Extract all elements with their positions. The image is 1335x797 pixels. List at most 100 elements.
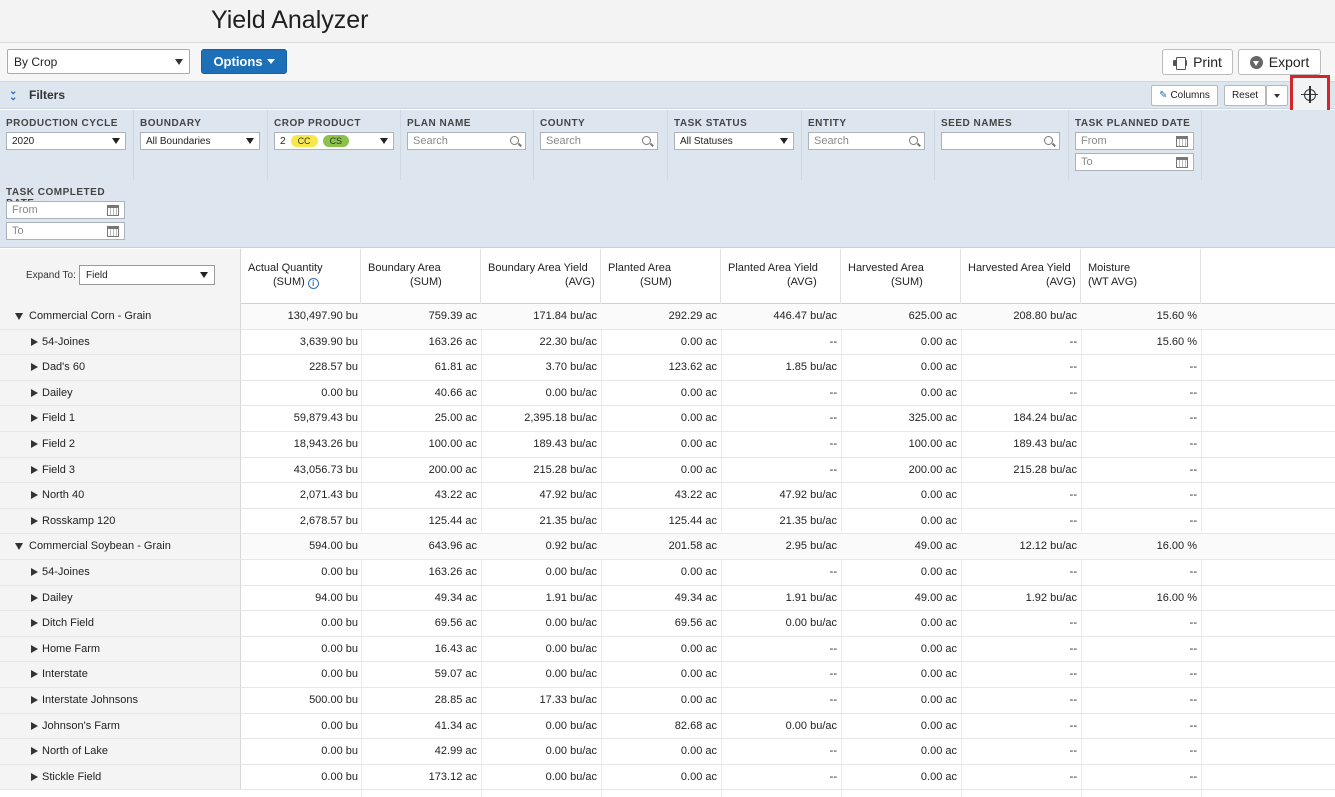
county-filter: COUNTY Search [534, 110, 668, 180]
collapsed-triangle-icon[interactable] [31, 414, 38, 423]
table-row[interactable]: Field 1 59,879.43 bu 25.00 ac 2,395.18 bu/a… [0, 406, 1335, 432]
collapsed-triangle-icon[interactable] [31, 619, 38, 628]
table-cell: 0.00 bu/ac [545, 668, 597, 681]
collapsed-triangle-icon[interactable] [31, 772, 38, 781]
crop-product-select[interactable]: 2 CC CS [274, 132, 394, 150]
task-status-value: All Statuses [680, 135, 733, 147]
table-cell: 2,395.18 bu/ac [524, 412, 597, 425]
task-planned-to-input[interactable]: To [1075, 153, 1194, 171]
calendar-icon[interactable] [107, 226, 119, 237]
calendar-icon[interactable] [107, 205, 119, 216]
collapsed-triangle-icon[interactable] [31, 516, 38, 525]
collapsed-triangle-icon[interactable] [31, 670, 38, 679]
table-row[interactable]: Johnson's Farm 0.00 bu 41.34 ac 0.00 bu/ac 8… [0, 713, 1335, 740]
collapsed-triangle-icon[interactable] [31, 696, 38, 704]
boundary-select[interactable]: All Boundaries [140, 132, 260, 150]
table-cell: -- [829, 438, 837, 450]
table-cell: 47.92 bu/ac [779, 489, 838, 502]
table-cell: 0.00 bu [321, 745, 358, 758]
column-header[interactable]: Planted Area Yield (AVG) [721, 249, 841, 304]
reset-button[interactable]: Reset [1224, 85, 1266, 106]
table-group-row[interactable]: Commercial Corn - Grain 130,497.90 bu 759.… [0, 304, 1335, 330]
collapsed-triangle-icon[interactable] [31, 388, 38, 397]
column-header[interactable]: Actual Quantity (SUM) i [241, 249, 361, 304]
county-search-input[interactable]: Search [540, 132, 658, 150]
table-cell: 0.00 ac [920, 694, 957, 706]
table-cell: 43.22 ac [674, 489, 717, 502]
task-planned-from-placeholder: From [1081, 135, 1107, 147]
column-header[interactable]: Boundary Area Yield (AVG) [481, 249, 601, 304]
double-chevron-down-icon[interactable]: ⌄ ⌄ [9, 87, 17, 103]
column-header[interactable]: Planted Area (SUM) [601, 249, 721, 304]
locate-button[interactable] [1290, 75, 1330, 114]
column-header-aggregate: (SUM) i [273, 276, 319, 289]
print-button[interactable]: Print [1162, 49, 1233, 75]
search-icon [510, 136, 519, 145]
table-cell: 0.00 ac [920, 386, 957, 399]
table-cell: 0.00 bu [321, 566, 358, 578]
column-header[interactable]: Harvested Area (SUM) [841, 249, 961, 304]
collapsed-triangle-icon[interactable] [31, 568, 38, 576]
table-row[interactable]: Field 3 43,056.73 bu 200.00 ac 215.28 bu/ac… [0, 457, 1335, 484]
collapsed-triangle-icon[interactable] [31, 363, 38, 372]
task-completed-to-input[interactable]: To [6, 222, 125, 240]
filters-toggle[interactable]: Filters [29, 88, 65, 102]
table-row[interactable]: Ditch Field 0.00 bu 69.56 ac 0.00 bu/ac 69.5… [0, 611, 1335, 637]
info-icon[interactable]: i [307, 278, 319, 289]
table-row[interactable]: Interstate 0.00 bu 59.07 ac 0.00 bu/ac 0.00 … [0, 662, 1335, 688]
table-group-row[interactable]: Commercial Soybean - Grain 594.00 bu 643.9… [0, 534, 1335, 560]
column-header[interactable]: Moisture (WT AVG) [1081, 249, 1201, 304]
production-cycle-select[interactable]: 2020 [6, 132, 126, 150]
options-button[interactable]: Options [201, 49, 287, 74]
collapsed-triangle-icon[interactable] [31, 491, 38, 500]
table-cell: 0.00 ac [680, 566, 717, 578]
table-row[interactable]: Dailey 0.00 bu 40.66 ac 0.00 bu/ac 0.00 ac --… [0, 380, 1335, 407]
calendar-icon[interactable] [1176, 136, 1188, 147]
table-cell: -- [1189, 617, 1197, 630]
table-cell: 0.00 bu [321, 770, 358, 783]
table-row[interactable]: Field 2 18,943.26 bu 100.00 ac 189.43 bu/ac… [0, 432, 1335, 458]
calendar-icon[interactable] [1176, 157, 1188, 168]
collapsed-triangle-icon[interactable] [31, 593, 38, 602]
table-cell: 446.47 bu/ac [773, 310, 837, 322]
view-select[interactable]: By Crop [7, 49, 190, 74]
column-header[interactable]: Boundary Area (SUM) [361, 249, 481, 304]
row-label-cell: Field 3 [0, 457, 241, 483]
expanded-triangle-icon[interactable] [15, 543, 23, 551]
expanded-triangle-icon[interactable] [15, 313, 23, 320]
seed-names-search-input[interactable] [941, 132, 1060, 150]
table-row[interactable]: North 40 2,071.43 bu 43.22 ac 47.92 bu/ac 43… [0, 483, 1335, 509]
table-cell: 325.00 ac [908, 412, 957, 425]
table-cell: -- [1189, 566, 1197, 578]
task-completed-from-input[interactable]: From [6, 201, 125, 219]
table-row[interactable]: Interstate Johnsons 500.00 bu 28.85 ac 17.3… [0, 688, 1335, 714]
table-row[interactable]: Rosskamp 120 2,678.57 bu 125.44 ac 21.35 bu… [0, 508, 1335, 535]
table-row[interactable]: Stickle Field 0.00 bu 173.12 ac 0.00 bu/ac 0… [0, 764, 1335, 791]
row-label-cell: Dad's 60 [0, 355, 241, 380]
expand-to-select[interactable]: Field [79, 265, 215, 285]
collapsed-triangle-icon[interactable] [31, 337, 38, 346]
table-row[interactable]: North of Lake 0.00 bu 42.99 ac 0.00 bu/ac 0.… [0, 739, 1335, 765]
plan-name-search-input[interactable]: Search [407, 132, 526, 150]
column-header-aggregate: (SUM) [891, 276, 923, 288]
export-button[interactable]: Export [1238, 49, 1321, 75]
collapsed-triangle-icon[interactable] [31, 465, 38, 474]
table-row[interactable]: Dad's 60 228.57 bu 61.81 ac 3.70 bu/ac 123.6… [0, 355, 1335, 381]
table-row[interactable]: 54-Joines 3,639.90 bu 163.26 ac 22.30 bu/ac… [0, 329, 1335, 356]
collapsed-triangle-icon[interactable] [31, 644, 38, 653]
columns-button[interactable]: ✎ Columns [1151, 85, 1218, 106]
table-cell: 200.00 ac [428, 463, 477, 476]
collapsed-triangle-icon[interactable] [31, 440, 38, 448]
task-status-select[interactable]: All Statuses [674, 132, 794, 150]
table-row[interactable]: Dailey 94.00 bu 49.34 ac 1.91 bu/ac 49.34 ac… [0, 585, 1335, 612]
entity-search-input[interactable]: Search [808, 132, 925, 150]
collapsed-triangle-icon[interactable] [31, 747, 38, 756]
task-planned-from-input[interactable]: From [1075, 132, 1194, 150]
table-row[interactable]: Home Farm 0.00 bu 16.43 ac 0.00 bu/ac 0.00 a… [0, 636, 1335, 663]
collapsed-triangle-icon[interactable] [31, 721, 38, 730]
column-header[interactable]: Harvested Area Yield (AVG) [961, 249, 1081, 304]
task-completed-date-filter: TASK COMPLETED DATE From To [0, 179, 134, 249]
table-row[interactable]: 54-Joines 0.00 bu 163.26 ac 0.00 bu/ac 0.00 … [0, 560, 1335, 586]
reset-dropdown-button[interactable] [1266, 85, 1288, 106]
table-cell: 69.56 ac [674, 617, 717, 630]
